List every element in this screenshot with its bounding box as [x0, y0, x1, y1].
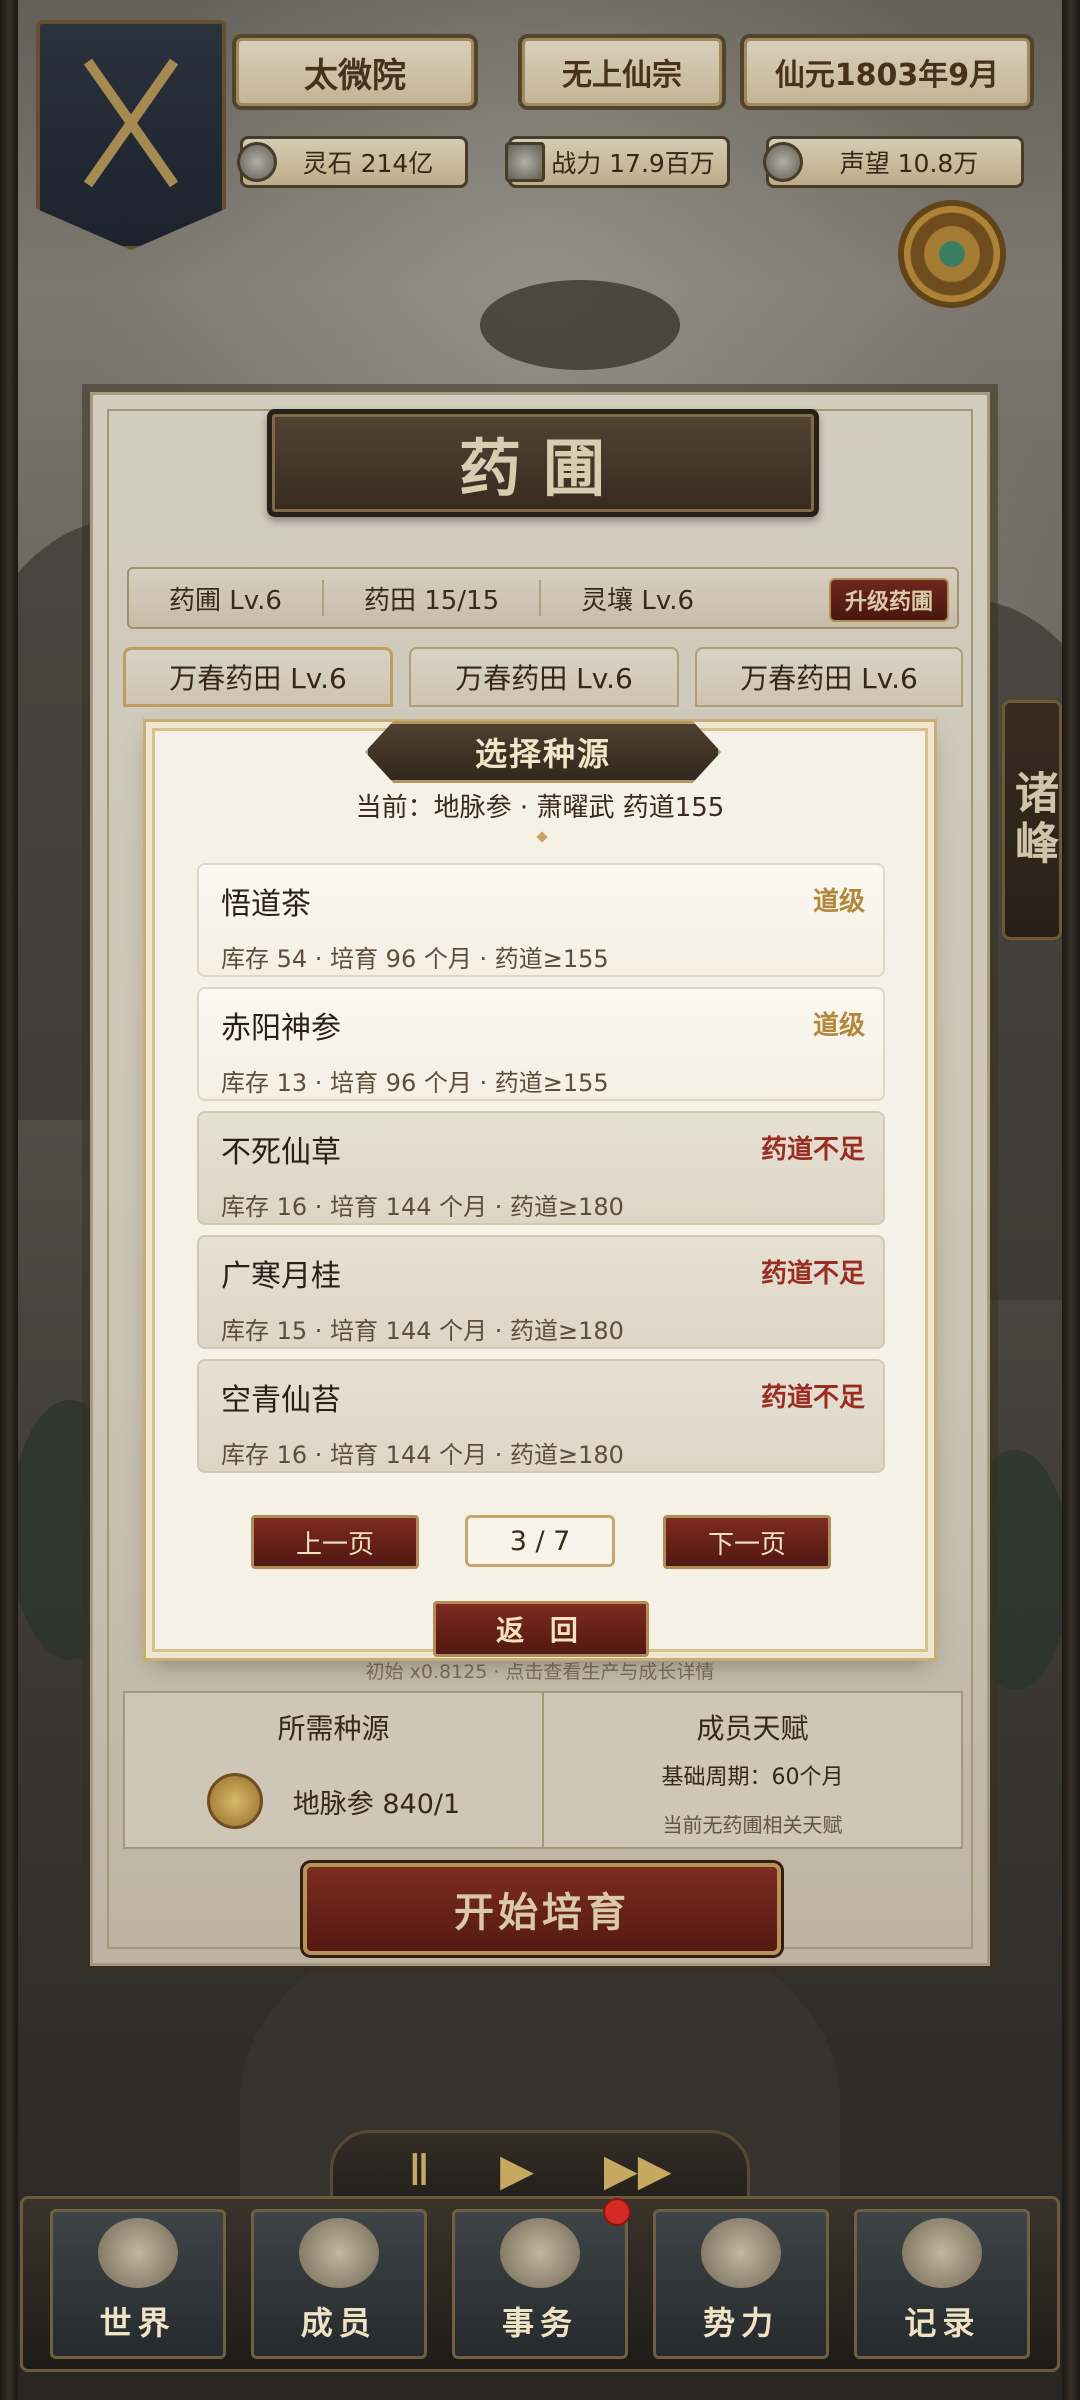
page-indicator: 3 / 7: [465, 1515, 615, 1567]
nav-label: 记录: [904, 2304, 981, 2342]
nav-label: 势力: [703, 2304, 780, 2342]
nav-forces[interactable]: 势力: [653, 2209, 830, 2359]
seed-item[interactable]: 不死仙草 库存 16 · 培育 144 个月 · 药道≥180 药道不足: [197, 1111, 885, 1225]
fast-forward-icon[interactable]: ▶▶: [604, 2145, 672, 2196]
seed-item-badge: 药道不足: [760, 1259, 865, 1289]
back-button[interactable]: 返 回: [433, 1601, 649, 1657]
nav-world[interactable]: 世界: [49, 2209, 226, 2359]
seed-item-badge: 道级: [812, 1011, 865, 1041]
book-icon: [902, 2218, 983, 2288]
seed-item-name: 赤阳神参: [221, 1011, 341, 1046]
seed-item[interactable]: 空青仙苔 库存 16 · 培育 144 个月 · 药道≥180 药道不足: [197, 1359, 885, 1473]
divider-ornament: [536, 831, 548, 843]
seed-list: 悟道茶 库存 54 · 培育 96 个月 · 药道≥155 道级 赤阳神参 库存…: [197, 863, 885, 1483]
seed-item-meta: 库存 15 · 培育 144 个月 · 药道≥180: [221, 1317, 624, 1345]
seed-item[interactable]: 悟道茶 库存 54 · 培育 96 个月 · 药道≥155 道级: [197, 863, 885, 977]
pager: 上一页 3 / 7 下一页: [155, 1515, 925, 1571]
seed-item-badge: 药道不足: [760, 1383, 865, 1413]
seed-item-badge: 道级: [812, 887, 865, 917]
nav-members[interactable]: 成员: [250, 2209, 427, 2359]
nav-label: 世界: [99, 2304, 176, 2342]
banner-icon: [701, 2218, 782, 2288]
prev-page-button[interactable]: 上一页: [251, 1515, 419, 1569]
member-icon: [298, 2218, 379, 2288]
nav-label: 成员: [300, 2304, 377, 2342]
play-icon[interactable]: ▶: [500, 2145, 534, 2196]
world-icon: [97, 2218, 178, 2288]
seed-item-meta: 库存 16 · 培育 144 个月 · 药道≥180: [221, 1441, 624, 1469]
scroll-icon: [499, 2218, 580, 2288]
pause-icon[interactable]: Ⅱ: [408, 2145, 430, 2196]
modal-current-info: 当前：地脉参 · 萧曜武 药道155: [355, 793, 725, 823]
nav-records[interactable]: 记录: [854, 2209, 1031, 2359]
seed-item-meta: 库存 16 · 培育 144 个月 · 药道≥180: [221, 1193, 624, 1221]
modal-title: 选择种源: [365, 721, 721, 783]
seed-item-name: 悟道茶: [221, 887, 311, 922]
next-page-button[interactable]: 下一页: [663, 1515, 831, 1569]
select-seed-modal: 选择种源 当前：地脉参 · 萧曜武 药道155 悟道茶 库存 54 · 培育 9…: [152, 721, 928, 1657]
nav-affairs[interactable]: 事务: [451, 2198, 631, 2359]
seed-item-meta: 库存 54 · 培育 96 个月 · 药道≥155: [221, 945, 609, 973]
seed-item-badge: 药道不足: [760, 1135, 865, 1165]
nav-label: 事务: [501, 2304, 578, 2342]
notification-dot: [602, 2198, 631, 2226]
bottom-nav: 世界 成员 事务 势力 记录: [20, 2196, 1060, 2372]
seed-item[interactable]: 赤阳神参 库存 13 · 培育 96 个月 · 药道≥155 道级: [197, 987, 885, 1101]
seed-item-meta: 库存 13 · 培育 96 个月 · 药道≥155: [221, 1069, 609, 1097]
seed-item[interactable]: 广寒月桂 库存 15 · 培育 144 个月 · 药道≥180 药道不足: [197, 1235, 885, 1349]
